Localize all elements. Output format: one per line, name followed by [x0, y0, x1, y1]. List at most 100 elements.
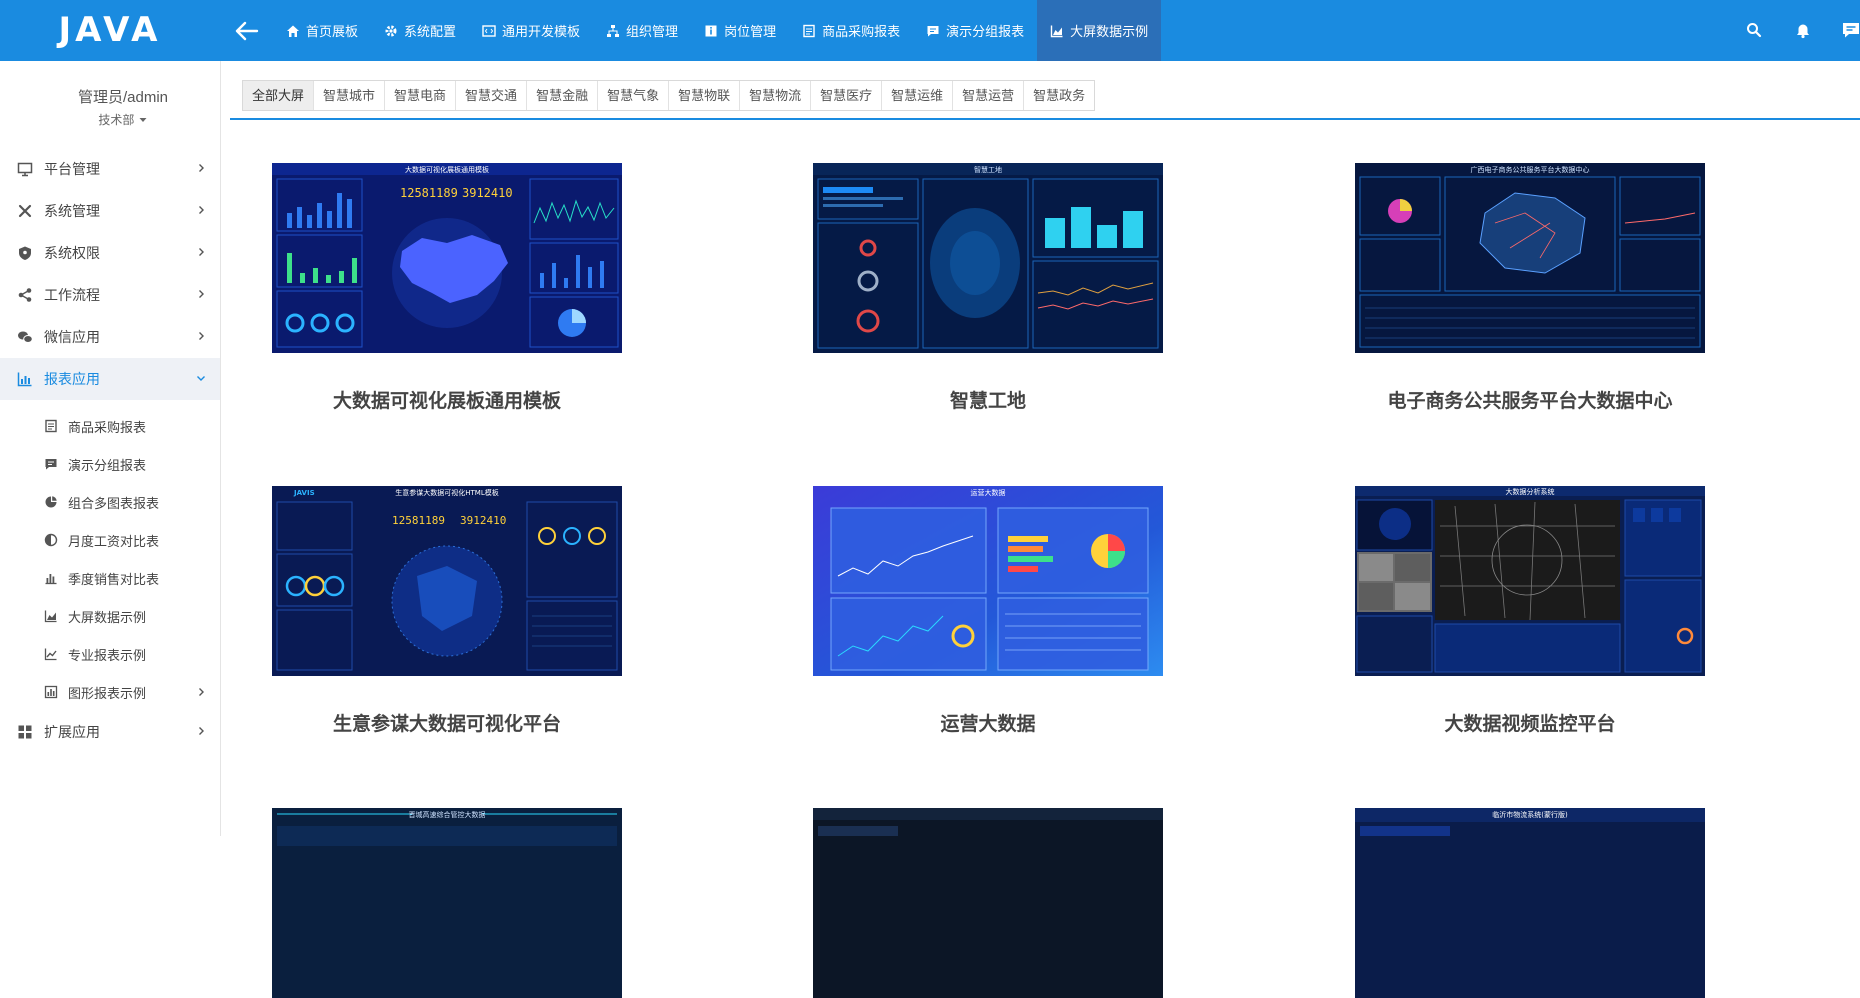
dashboard-card[interactable]: 智慧工地 智慧工地 [813, 163, 1163, 412]
menu-item-workflow[interactable]: 工作流程 [0, 274, 220, 316]
area-chart-icon [44, 610, 57, 623]
tab-smart-weather[interactable]: 智慧气象 [598, 81, 670, 110]
grid-icon [18, 725, 32, 739]
gear-icon [385, 25, 397, 36]
submenu-item-label: 图形报表示例 [68, 685, 147, 701]
nav-item-dev-template[interactable]: 通用开发模板 [469, 0, 593, 61]
tab-smart-ops[interactable]: 智慧运维 [882, 81, 954, 110]
shield-icon [19, 246, 31, 260]
info-icon [705, 25, 717, 36]
submenu-item-big-screen[interactable]: 大屏数据示例 [0, 598, 220, 634]
dashboard-thumbnail[interactable] [813, 808, 1163, 998]
search-icon[interactable] [1743, 19, 1765, 41]
menu-item-label: 系统管理 [44, 203, 100, 219]
dashboard-card[interactable]: JAVIS 生意参谋大数据可视化HTML模板 12581189 3912410 … [272, 486, 622, 735]
nav-item-big-screen[interactable]: 大屏数据示例 [1037, 0, 1162, 61]
submenu-item-label: 大屏数据示例 [68, 609, 147, 625]
chevron-right-icon [199, 332, 204, 340]
nav-item-label: 系统配置 [404, 24, 457, 39]
submenu-item-group-report[interactable]: 演示分组报表 [0, 446, 220, 482]
tab-smart-logistics[interactable]: 智慧物流 [740, 81, 812, 110]
nav-item-group-report[interactable]: 演示分组报表 [913, 0, 1037, 61]
menu-item-system[interactable]: 系统管理 [0, 190, 220, 232]
submenu-item-pro-report[interactable]: 专业报表示例 [0, 636, 220, 672]
user-name: 管理员/admin [77, 89, 169, 106]
dashboard-thumbnail[interactable]: 临沂市物流系统(蒙行版) [1355, 808, 1705, 998]
tab-all[interactable]: 全部大屏 [243, 81, 315, 110]
card-title[interactable]: 电子商务公共服务平台大数据中心 [1315, 386, 1745, 413]
bell-icon[interactable] [1792, 19, 1814, 41]
org-icon [607, 24, 620, 37]
submenu-item-purchase-report[interactable]: 商品采购报表 [0, 408, 220, 444]
dashboard-thumbnail[interactable]: 运营大数据 [813, 486, 1163, 676]
nav-item-label: 商品采购报表 [822, 24, 901, 39]
submenu-item-graphic-report[interactable]: 图形报表示例 [0, 674, 220, 710]
thumbnail-header: 晋城高速综合管控大数据 [409, 810, 486, 819]
submenu-item-combo-report[interactable]: 组合多图表报表 [0, 484, 220, 520]
thumbnail-number: 3912410 [462, 186, 513, 200]
back-arrow-icon[interactable] [232, 16, 262, 46]
dashboard-thumbnail[interactable]: 广西电子商务公共服务平台大数据中心 [1355, 163, 1705, 353]
tab-smart-medical[interactable]: 智慧医疗 [811, 81, 883, 110]
tab-smart-finance[interactable]: 智慧金融 [527, 81, 599, 110]
tab-smart-ecommerce[interactable]: 智慧电商 [385, 81, 457, 110]
card-title[interactable]: 大数据视频监控平台 [1315, 709, 1745, 736]
submenu-item-salary-report[interactable]: 月度工资对比表 [0, 522, 220, 558]
bar-chart-icon [17, 372, 32, 387]
dashboard-card[interactable]: 大数据分析系统 大数据视频监控平台 [1355, 486, 1705, 735]
code-icon [482, 24, 496, 37]
menu-item-wechat[interactable]: 微信应用 [0, 316, 220, 358]
dashboard-thumbnail[interactable]: 大数据可视化展板通用模板 12581189 3912410 [272, 163, 622, 353]
nav-item-position[interactable]: 岗位管理 [691, 0, 789, 61]
card-title[interactable]: 大数据可视化展板通用模板 [232, 386, 662, 413]
app-logo[interactable]: JAVA [0, 0, 220, 61]
thumbnail-number: 12581189 [392, 514, 445, 527]
card-title[interactable]: 智慧工地 [773, 386, 1203, 413]
dashboard-card[interactable]: 晋城高速综合管控大数据 [272, 808, 622, 998]
dashboard-thumbnail[interactable]: JAVIS 生意参谋大数据可视化HTML模板 12581189 3912410 [272, 486, 622, 676]
dashboard-card[interactable]: 大数据可视化展板通用模板 12581189 3912410 大数据可视化展板通用… [272, 163, 622, 412]
card-title[interactable]: 运营大数据 [773, 709, 1203, 736]
nav-item-home[interactable]: 首页展板 [273, 0, 371, 61]
category-tabs: 全部大屏 智慧城市 智慧电商 智慧交通 智慧金融 智慧气象 智慧物联 智慧物流 … [242, 80, 1096, 111]
tab-smart-operation[interactable]: 智慧运营 [953, 81, 1025, 110]
home-icon [287, 25, 299, 37]
submenu-item-season-report[interactable]: 季度销售对比表 [0, 560, 220, 596]
menu-item-permission[interactable]: 系统权限 [0, 232, 220, 274]
thumbnail-header: 大数据可视化展板通用模板 [405, 165, 489, 174]
dashboard-card[interactable]: 运营大数据 运营大数据 [813, 486, 1163, 735]
menu-item-label: 扩展应用 [44, 724, 100, 740]
submenu-item-label: 组合多图表报表 [68, 495, 160, 511]
tab-smart-city[interactable]: 智慧城市 [314, 81, 386, 110]
tab-smart-iot[interactable]: 智慧物联 [669, 81, 741, 110]
dashboard-thumbnail[interactable]: 晋城高速综合管控大数据 [272, 808, 622, 998]
user-dept-dropdown[interactable]: 技术部 [0, 111, 246, 128]
card-title[interactable]: 生意参谋大数据可视化平台 [232, 709, 662, 736]
dashboard-thumbnail[interactable]: 大数据分析系统 [1355, 486, 1705, 676]
chevron-right-icon [199, 727, 204, 735]
menu-item-platform[interactable]: 平台管理 [0, 148, 220, 190]
nav-item-purchase-report[interactable]: 商品采购报表 [789, 0, 913, 61]
tab-smart-government[interactable]: 智慧政务 [1024, 81, 1095, 110]
nav-item-label: 大屏数据示例 [1070, 24, 1149, 39]
menu-item-label: 微信应用 [44, 329, 100, 345]
thumbnail-header: 大数据分析系统 [1506, 487, 1555, 496]
thumbnail-header: 生意参谋大数据可视化HTML模板 [395, 488, 498, 497]
tab-divider [230, 118, 1860, 120]
thumbnail-brand: JAVIS [293, 489, 315, 497]
menu-item-label: 工作流程 [44, 287, 100, 303]
menu-item-extension[interactable]: 扩展应用 [0, 711, 220, 753]
thumbnail-number: 12581189 [400, 186, 458, 200]
tab-smart-traffic[interactable]: 智慧交通 [456, 81, 528, 110]
thumbnail-number: 3912410 [460, 514, 506, 527]
dashboard-card[interactable]: 广西电子商务公共服务平台大数据中心 电子商务公共服务平台大数据中心 [1355, 163, 1705, 412]
thumbnail-header: 临沂市物流系统(蒙行版) [1492, 810, 1568, 819]
nav-item-org[interactable]: 组织管理 [593, 0, 691, 61]
dashboard-thumbnail[interactable]: 智慧工地 [813, 163, 1163, 353]
menu-item-report[interactable]: 报表应用 [0, 358, 220, 400]
dashboard-card[interactable] [813, 808, 1163, 998]
dashboard-card[interactable]: 临沂市物流系统(蒙行版) [1355, 808, 1705, 998]
message-icon[interactable] [1840, 19, 1860, 41]
nav-item-system-config[interactable]: 系统配置 [371, 0, 469, 61]
submenu-item-label: 月度工资对比表 [68, 533, 160, 549]
